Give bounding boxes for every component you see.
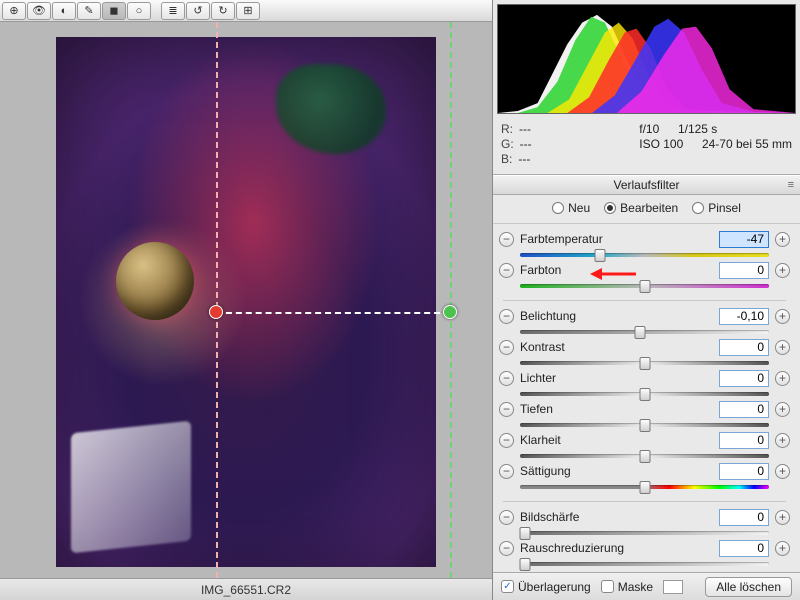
gradient-axis-line[interactable] (216, 312, 450, 314)
list-tool-button[interactable]: ≣ (161, 2, 185, 20)
histogram (497, 4, 796, 114)
sliders-panel: −Farbtemperatur+−Farbton+−Belichtung+−Ko… (493, 224, 800, 572)
contrast-slider[interactable] (520, 358, 769, 369)
photo-preview (56, 37, 436, 567)
exposure-label: Belichtung (520, 309, 713, 323)
saturation-slider[interactable] (520, 482, 769, 493)
sharpness-minus-button[interactable]: − (499, 510, 514, 525)
noise-plus-button[interactable]: + (775, 541, 790, 556)
sharpness-value-input[interactable] (719, 509, 769, 526)
exposure-minus-button[interactable]: − (499, 309, 514, 324)
mask-color-swatch[interactable] (663, 580, 683, 594)
grid-tool-button[interactable]: ⊞ (236, 2, 260, 20)
meta-g-value: --- (520, 137, 532, 151)
filename-bar: IMG_66551.CR2 (0, 578, 492, 600)
zoom-tool-button[interactable]: ⊕ (2, 2, 26, 20)
meta-r-label: R: (501, 122, 513, 136)
saturation-plus-button[interactable]: + (775, 464, 790, 479)
eye-tool-button[interactable]: 👁 (27, 2, 51, 20)
meta-b-label: B: (501, 152, 512, 166)
sharpness-label: Bildschärfe (520, 510, 713, 524)
meta-r-value: --- (519, 122, 531, 136)
clarity-plus-button[interactable]: + (775, 433, 790, 448)
shadows-minus-button[interactable]: − (499, 402, 514, 417)
gradient-end-handle[interactable] (443, 305, 457, 319)
rotate-cw-tool-button[interactable]: ↻ (211, 2, 235, 20)
exposure-slider[interactable] (520, 327, 769, 338)
shadows-value-input[interactable] (719, 401, 769, 418)
tint-label: Farbton (520, 263, 713, 277)
highlights-value-input[interactable] (719, 370, 769, 387)
highlights-slider[interactable] (520, 389, 769, 400)
brush-tool-button[interactable]: ✎ (77, 2, 101, 20)
clarity-minus-button[interactable]: − (499, 433, 514, 448)
exposure-value-input[interactable] (719, 308, 769, 325)
meta-iso: ISO 100 (639, 137, 683, 151)
filename-label: IMG_66551.CR2 (201, 583, 291, 597)
saturation-minus-button[interactable]: − (499, 464, 514, 479)
tint-value-input[interactable] (719, 262, 769, 279)
noise-label: Rauschreduzierung (520, 541, 713, 555)
highlights-plus-button[interactable]: + (775, 371, 790, 386)
mode-edit-radio[interactable]: Bearbeiten (604, 201, 678, 215)
overlay-checkbox[interactable]: Überlagerung (501, 580, 591, 594)
noise-slider[interactable] (520, 559, 769, 570)
meta-b-value: --- (518, 152, 530, 166)
contrast-label: Kontrast (520, 340, 713, 354)
contrast-value-input[interactable] (719, 339, 769, 356)
temp-label: Farbtemperatur (520, 232, 713, 246)
mask-checkbox[interactable]: Maske (601, 580, 653, 594)
tint-slider[interactable] (520, 281, 769, 292)
sharpness-plus-button[interactable]: + (775, 510, 790, 525)
tint-plus-button[interactable]: + (775, 263, 790, 278)
saturation-label: Sättigung (520, 464, 713, 478)
temp-value-input[interactable] (719, 231, 769, 248)
highlights-label: Lichter (520, 371, 713, 385)
temp-plus-button[interactable]: + (775, 232, 790, 247)
panel-menu-icon[interactable]: ≡ (788, 179, 794, 191)
square-tool-button[interactable]: ◼ (102, 2, 126, 20)
meta-lens: 24-70 bei 55 mm (702, 137, 792, 151)
panel-title: Verlaufsfilter (613, 178, 679, 192)
noise-minus-button[interactable]: − (499, 541, 514, 556)
rotate-ccw-tool-button[interactable]: ↺ (186, 2, 210, 20)
circle-tool-button[interactable]: ○ (127, 2, 151, 20)
exposure-plus-button[interactable]: + (775, 309, 790, 324)
shadows-slider[interactable] (520, 420, 769, 431)
noise-value-input[interactable] (719, 540, 769, 557)
clarity-value-input[interactable] (719, 432, 769, 449)
contrast-plus-button[interactable]: + (775, 340, 790, 355)
clarity-slider[interactable] (520, 451, 769, 462)
clarity-label: Klarheit (520, 433, 713, 447)
tool-toolbar: ⊕👁◐✎◼○ ≣↺↻⊞ (0, 0, 492, 22)
metadata-panel: R: --- G: --- B: --- f/10 1/125 s ISO 100 2… (493, 118, 800, 175)
sharpness-slider[interactable] (520, 528, 769, 539)
shadows-label: Tiefen (520, 402, 713, 416)
meta-shutter: 1/125 s (678, 122, 717, 136)
mode-brush-radio[interactable]: Pinsel (692, 201, 741, 215)
panel-footer: Überlagerung Maske Alle löschen (493, 572, 800, 600)
sample-tool-button[interactable]: ◐ (52, 2, 76, 20)
temp-minus-button[interactable]: − (499, 232, 514, 247)
saturation-value-input[interactable] (719, 463, 769, 480)
panel-header: Verlaufsfilter ≡ (493, 175, 800, 195)
clear-all-button[interactable]: Alle löschen (705, 577, 792, 597)
image-canvas[interactable] (0, 22, 492, 578)
meta-g-label: G: (501, 137, 514, 151)
gradient-start-line[interactable] (216, 22, 218, 578)
contrast-minus-button[interactable]: − (499, 340, 514, 355)
shadows-plus-button[interactable]: + (775, 402, 790, 417)
gradient-start-handle[interactable] (209, 305, 223, 319)
temp-slider[interactable] (520, 250, 769, 261)
tint-minus-button[interactable]: − (499, 263, 514, 278)
gradient-end-line[interactable] (450, 22, 452, 578)
meta-aperture: f/10 (639, 122, 659, 136)
highlights-minus-button[interactable]: − (499, 371, 514, 386)
mode-selector: Neu Bearbeiten Pinsel (493, 195, 800, 224)
mode-new-radio[interactable]: Neu (552, 201, 590, 215)
